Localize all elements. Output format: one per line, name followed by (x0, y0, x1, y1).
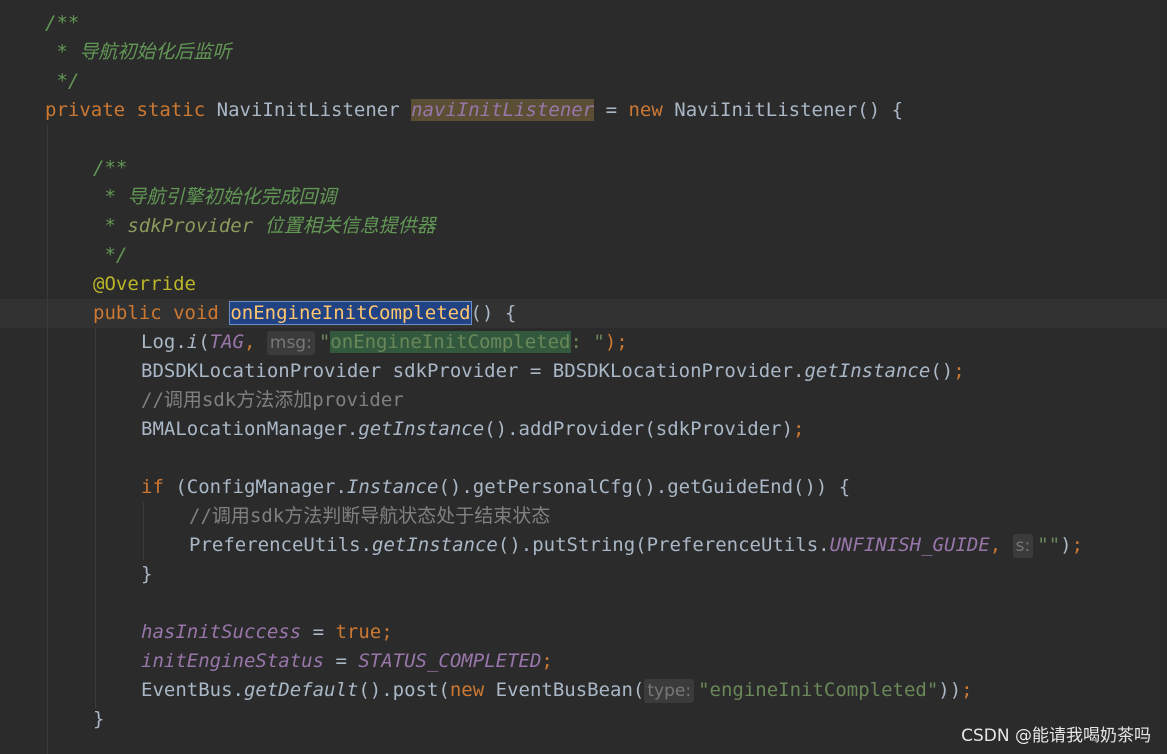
code-line-3: */ (45, 70, 80, 92)
code-line-23: initEngineStatus = STATUS_COMPLETED; (141, 650, 553, 672)
code-line-2: * 导航初始化后监听 (45, 41, 232, 63)
code-line-18: //调用sdk方法判断导航状态处于结束状态 (189, 505, 551, 527)
code-line-19: PreferenceUtils.getInstance().putString(… (189, 534, 1084, 558)
indent-guide (143, 502, 144, 560)
code-line-17: if (ConfigManager.Instance().getPersonal… (141, 476, 851, 498)
search-match-highlight: onEngineInitCompleted (330, 331, 571, 353)
code-line-4: private static NaviInitListener naviInit… (45, 99, 904, 121)
code-line-15: BMALocationManager.getInstance().addProv… (141, 418, 805, 440)
code-line-1: /** (45, 12, 80, 34)
code-line-22: hasInitSuccess = true; (141, 621, 393, 643)
code-line-8: * sdkProvider 位置相关信息提供器 (93, 215, 436, 237)
watermark: CSDN @能请我喝奶茶吗 (961, 726, 1151, 746)
code-line-6: /** (93, 157, 128, 179)
code-line-11: public void onEngineInitCompleted() { (93, 301, 517, 325)
code-line-24: EventBus.getDefault().post(new EventBusB… (141, 679, 973, 703)
indent-guide (47, 125, 48, 754)
parameter-hint-s: s: (1012, 534, 1034, 558)
field-declaration: naviInitListener (411, 99, 595, 121)
code-line-13: BDSDKLocationProvider sdkProvider = BDSD… (141, 360, 965, 382)
method-name[interactable]: onEngineInitCompleted (229, 301, 472, 325)
code-line-14: //调用sdk方法添加provider (141, 389, 404, 411)
indent-guide (95, 328, 96, 708)
parameter-hint-msg: msg: (266, 331, 315, 355)
code-line-9: */ (93, 244, 128, 266)
code-line-7: * 导航引擎初始化完成回调 (93, 186, 337, 208)
code-editor[interactable]: /** * 导航初始化后监听 */ private static NaviIni… (0, 0, 1167, 754)
code-line-12: Log.i(TAG, msg: "onEngineInitCompleted: "… (141, 331, 628, 355)
parameter-hint-type: type: (644, 679, 695, 703)
code-line-20: } (141, 563, 153, 585)
code-line-10: @Override (93, 273, 196, 295)
